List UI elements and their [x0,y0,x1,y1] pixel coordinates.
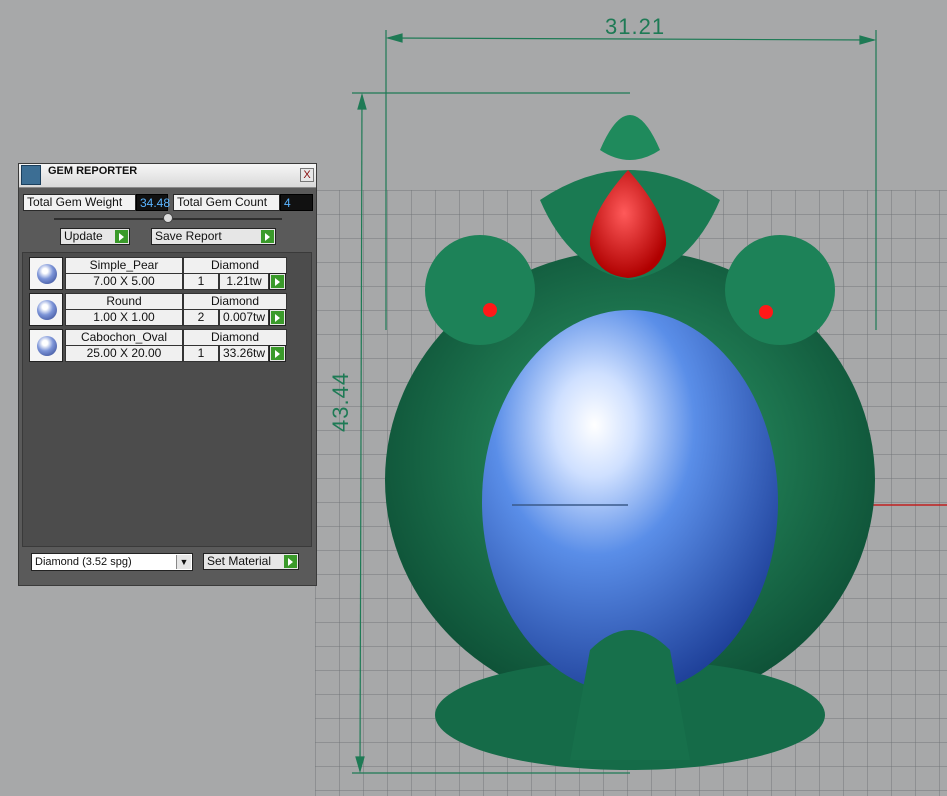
gem-size: 7.00 X 5.00 [65,273,183,290]
total-weight-label: Total Gem Weight [23,194,136,211]
chevron-down-icon[interactable]: ▼ [176,555,191,569]
set-material-label: Set Material [207,554,272,568]
close-button[interactable]: X [300,168,314,182]
round-gem-icon [29,293,63,326]
gem-reporter-panel: GEM REPORTER X Total Gem Weight 34.48 To… [18,163,317,586]
row-go-button[interactable] [269,309,286,326]
row-go-button[interactable] [269,345,286,362]
gem-size: 1.00 X 1.00 [65,309,183,326]
play-icon [284,555,297,568]
gem-weight: 33.26tw [219,345,269,362]
gem-material: Diamond [183,293,287,310]
material-select-value: Diamond (3.52 spg) [35,556,132,568]
gem-material: Diamond [183,257,287,274]
set-material-button[interactable]: Set Material [203,553,299,570]
gem-shape: Cabochon_Oval [65,329,183,346]
list-item[interactable]: Simple_Pear Diamond 7.00 X 5.00 1 1.21tw [29,257,287,291]
panel-title: GEM REPORTER [48,165,138,177]
panel-titlebar[interactable]: GEM REPORTER X [19,164,316,188]
height-dimension-label: 43.44 [328,371,353,432]
update-button[interactable]: Update [60,228,130,245]
material-select[interactable]: Diamond (3.52 spg) ▼ [31,553,193,571]
gem-size: 25.00 X 20.00 [65,345,183,362]
play-icon [271,347,284,360]
list-item[interactable]: Cabochon_Oval Diamond 25.00 X 20.00 1 33… [29,329,287,363]
total-count-value: 4 [280,194,313,211]
gem-list: Simple_Pear Diamond 7.00 X 5.00 1 1.21tw… [22,252,312,547]
total-weight-value: 34.48 [136,194,170,211]
row-go-button[interactable] [269,273,286,290]
oval-gem-icon [29,329,63,362]
pear-gem-icon [29,257,63,290]
list-item[interactable]: Round Diamond 1.00 X 1.00 2 0.007tw [29,293,287,327]
slider-handle[interactable] [163,213,173,223]
pendant-model [385,115,875,770]
play-icon [271,275,284,288]
total-count-label: Total Gem Count [173,194,280,211]
round-gem-left [483,303,497,317]
gem-count: 1 [183,273,219,290]
play-icon [271,311,284,324]
gem-material: Diamond [183,329,287,346]
gem-weight: 0.007tw [219,309,269,326]
gem-weight: 1.21tw [219,273,269,290]
round-gem-right [759,305,773,319]
update-button-label: Update [64,229,103,243]
gem-shape: Round [65,293,183,310]
save-report-label: Save Report [155,229,222,243]
save-report-button[interactable]: Save Report [151,228,276,245]
gem-count: 2 [183,309,219,326]
width-dimension-label: 31.21 [605,14,666,39]
play-icon [261,230,274,243]
gem-shape: Simple_Pear [65,257,183,274]
play-icon [115,230,128,243]
gem-count: 1 [183,345,219,362]
gem-reporter-icon [21,165,41,185]
